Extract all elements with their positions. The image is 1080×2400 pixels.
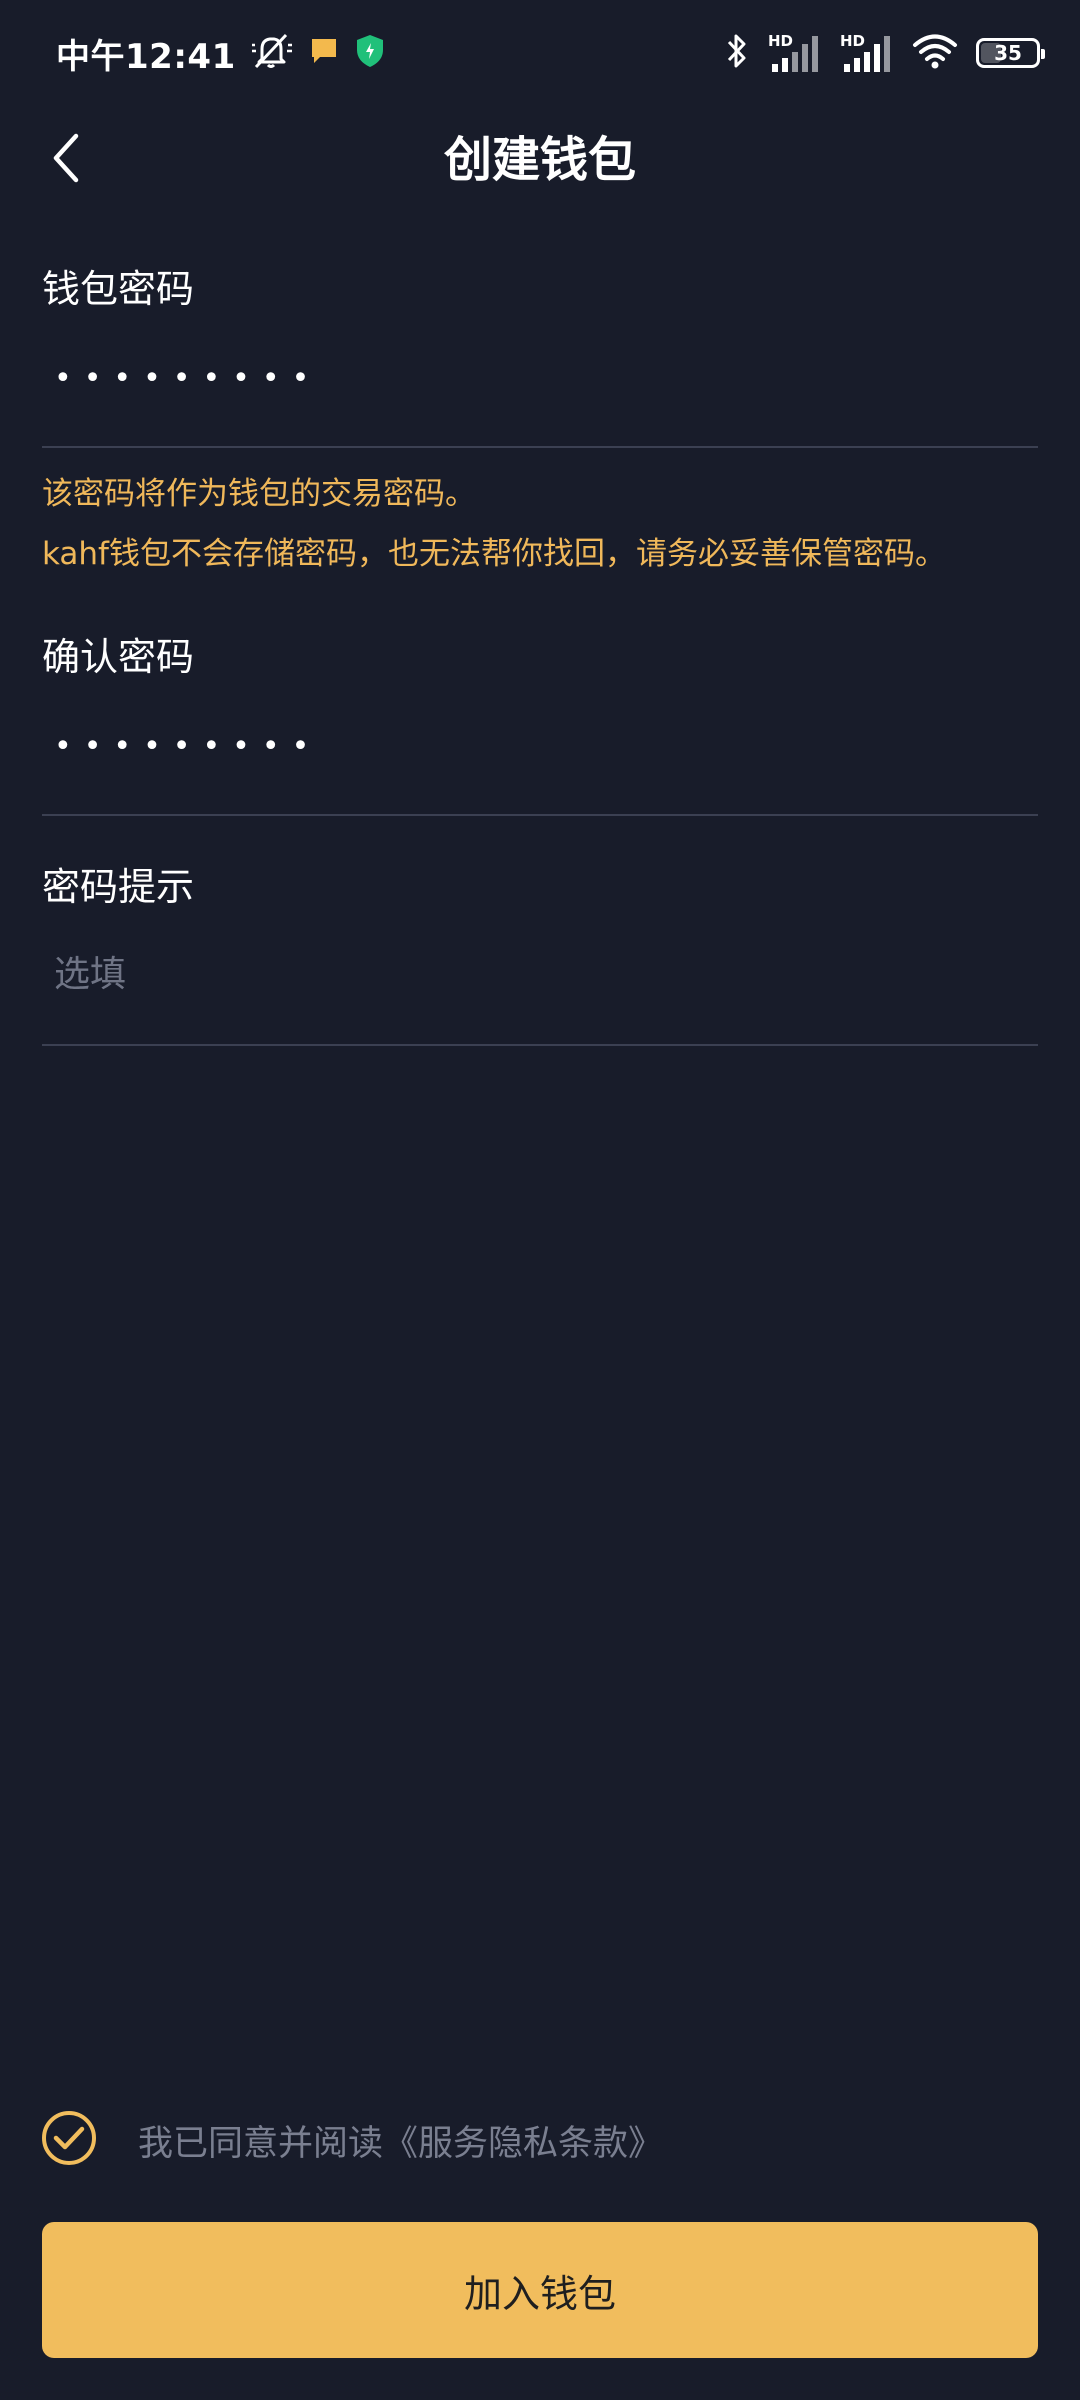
join-wallet-button[interactable]: 加入钱包 [42,2222,1038,2358]
hint-label: 密码提示 [42,865,195,909]
confirm-password-divider [42,814,1038,816]
hint-divider [42,1044,1038,1046]
signal-icon: HD [840,32,894,74]
agreement-checkbox[interactable]: 我已同意并阅读《服务隐私条款》 [40,2110,663,2170]
battery-level: 35 [994,41,1022,65]
password-label: 钱包密码 [42,267,195,311]
status-bar-left: 中午12:41 [56,28,386,78]
page-title: 创建钱包 [443,132,636,188]
battery-icon: 35 [976,38,1045,68]
signal-icon: HD [768,32,822,74]
checkmark-circle-icon [40,2109,98,2171]
message-icon [308,35,340,71]
shield-icon [354,33,386,73]
password-warning-line-2: kahf钱包不会存储密码，也无法帮你找回，请务必妥善保管密码。 [42,536,946,572]
header: 创建钱包 [0,110,1080,210]
confirm-password-input[interactable] [42,706,1038,786]
confirm-password-label: 确认密码 [42,635,195,679]
status-bar-right: HD HD 35 [724,28,1045,78]
bluetooth-icon [724,31,750,75]
status-time: 中午12:41 [56,36,236,77]
agreement-text[interactable]: 我已同意并阅读《服务隐私条款》 [138,2115,663,2166]
mute-icon [250,31,294,75]
password-input[interactable] [42,338,1038,418]
password-warning-line-1: 该密码将作为钱包的交易密码。 [42,476,476,512]
status-bar: 中午12:41 HD HD 35 [0,0,1080,104]
wifi-icon [912,32,958,74]
password-divider [42,446,1038,448]
hint-input[interactable] [42,936,1038,1016]
